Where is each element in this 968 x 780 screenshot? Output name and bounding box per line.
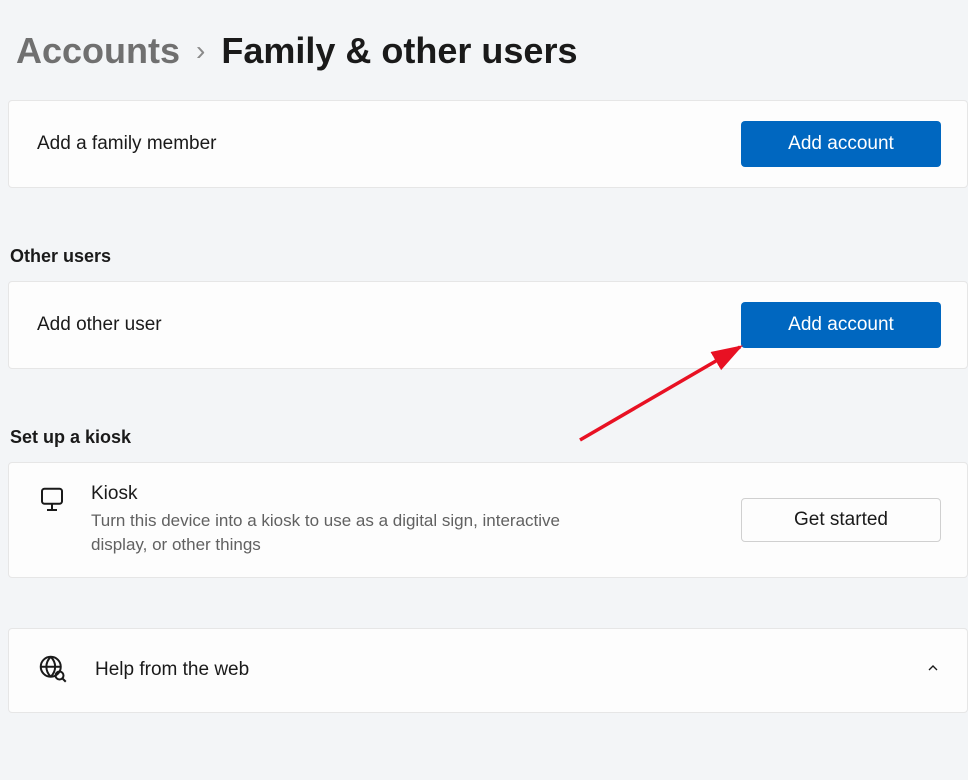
kiosk-icon xyxy=(37,485,67,520)
kiosk-get-started-button[interactable]: Get started xyxy=(741,498,941,542)
other-users-section-title: Other users xyxy=(0,246,968,281)
add-other-user-row: Add other user Add account xyxy=(8,281,968,369)
breadcrumb-current: Family & other users xyxy=(221,30,577,72)
chevron-right-icon: › xyxy=(196,35,205,67)
kiosk-section-title: Set up a kiosk xyxy=(0,427,968,462)
add-family-member-row: Add a family member Add account xyxy=(8,100,968,188)
add-family-account-button[interactable]: Add account xyxy=(741,121,941,167)
kiosk-description: Turn this device into a kiosk to use as … xyxy=(91,509,571,557)
chevron-up-icon xyxy=(925,660,941,681)
kiosk-title: Kiosk xyxy=(91,483,721,505)
breadcrumb-parent[interactable]: Accounts xyxy=(16,30,180,72)
add-other-account-button[interactable]: Add account xyxy=(741,302,941,348)
help-from-web-row[interactable]: Help from the web xyxy=(8,628,968,713)
kiosk-row: Kiosk Turn this device into a kiosk to u… xyxy=(8,462,968,578)
help-from-web-label: Help from the web xyxy=(95,659,249,681)
add-other-user-label: Add other user xyxy=(37,314,162,336)
globe-search-icon xyxy=(37,653,67,688)
breadcrumb: Accounts › Family & other users xyxy=(0,0,968,72)
add-family-member-label: Add a family member xyxy=(37,133,217,155)
